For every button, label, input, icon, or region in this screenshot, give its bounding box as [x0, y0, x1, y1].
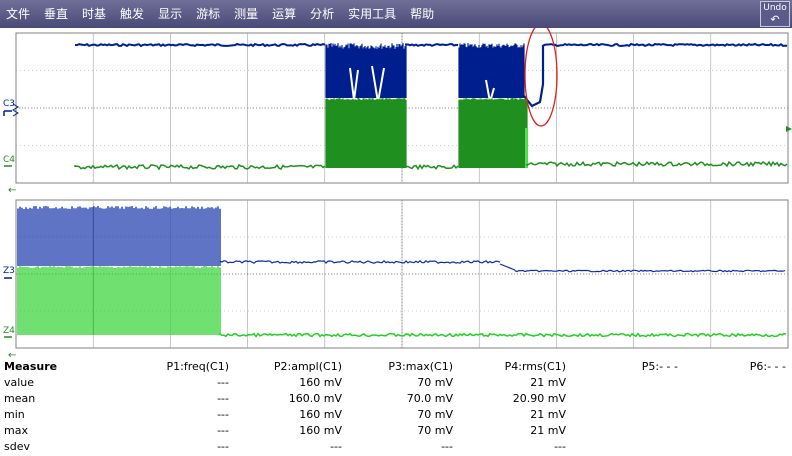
measure-cell: ---	[217, 376, 229, 389]
measure-table: Measure P1:freq(C1) P2:ampl(C1) P3:max(C…	[0, 358, 792, 456]
measure-cell: 160 mV	[299, 408, 342, 421]
scope-display[interactable]: C3 C4 Z3 Z4 ← ←	[0, 28, 792, 358]
menu-file[interactable]: 文件	[0, 0, 37, 28]
measure-row-value: value --- 160 mV 70 mV 21 mV	[0, 375, 792, 391]
measure-cell: 20.90 mV	[512, 392, 566, 405]
measure-cell: 160.0 mV	[288, 392, 342, 405]
measure-cell: ---	[554, 440, 566, 453]
undo-label: Undo	[763, 3, 787, 13]
param-p1[interactable]: P1:freq(C1)	[166, 359, 229, 375]
menu-bar: 文件 垂直 时基 触发 显示 游标 测量 运算 分析 实用工具 帮助 Undo …	[0, 0, 792, 28]
measure-cell: ---	[217, 392, 229, 405]
measure-cell: ---	[217, 408, 229, 421]
measure-header-row: Measure P1:freq(C1) P2:ampl(C1) P3:max(C…	[0, 359, 792, 375]
measure-row-sdev: sdev --- --- --- ---	[0, 439, 792, 455]
param-p6[interactable]: P6:- - -	[750, 359, 786, 375]
measure-cell: ---	[217, 424, 229, 437]
z4-label: Z4	[3, 326, 15, 336]
menu-timebase[interactable]: 时基	[75, 0, 113, 28]
c4-burst-1	[325, 98, 407, 168]
measure-row-label: max	[4, 424, 28, 437]
c3-burst-1	[325, 43, 407, 98]
measure-title: Measure	[4, 360, 58, 373]
param-p2[interactable]: P2:ampl(C1)	[274, 359, 342, 375]
menu-measure[interactable]: 测量	[227, 0, 265, 28]
measure-cell: ---	[217, 440, 229, 453]
measure-cell: 70 mV	[417, 376, 453, 389]
lower-left-arrow-icon: ←	[8, 350, 16, 358]
measure-row-label: value	[4, 376, 35, 389]
c3-ground-marker[interactable]	[3, 110, 12, 116]
z3-label: Z3	[3, 266, 15, 276]
menu-cursors[interactable]: 游标	[189, 0, 227, 28]
measure-row-min: min --- 160 mV 70 mV 21 mV	[0, 407, 792, 423]
measure-row-mean: mean --- 160.0 mV 70.0 mV 20.90 mV	[0, 391, 792, 407]
measure-cell: 70 mV	[417, 424, 453, 437]
menu-analysis[interactable]: 分析	[303, 0, 341, 28]
menu-trigger[interactable]: 触发	[113, 0, 151, 28]
c4-burst-2	[458, 98, 528, 168]
measure-row-max: max --- 160 mV 70 mV 21 mV	[0, 423, 792, 439]
c4-label: C4	[3, 155, 15, 165]
param-p5[interactable]: P5:- - -	[642, 359, 678, 375]
param-p4[interactable]: P4:rms(C1)	[505, 359, 566, 375]
menu-help[interactable]: 帮助	[403, 0, 441, 28]
undo-arrow-icon: ↶	[770, 13, 780, 26]
undo-button[interactable]: Undo ↶	[760, 1, 790, 27]
measure-cell: 160 mV	[299, 424, 342, 437]
right-level-marker-icon	[786, 126, 792, 132]
param-p3[interactable]: P3:max(C1)	[388, 359, 453, 375]
upper-left-arrow-icon: ←	[8, 185, 16, 196]
measure-cell: 70 mV	[417, 408, 453, 421]
measure-cell: 21 mV	[530, 408, 566, 421]
menu-vertical[interactable]: 垂直	[37, 0, 75, 28]
measure-cell: 21 mV	[530, 424, 566, 437]
measure-row-label: min	[4, 408, 25, 421]
scope-svg: C3 C4 Z3 Z4 ← ←	[3, 28, 792, 358]
menu-math[interactable]: 运算	[265, 0, 303, 28]
c3-burst-2	[458, 43, 525, 98]
measure-cell: 70.0 mV	[406, 392, 453, 405]
measure-row-label: mean	[4, 392, 36, 405]
measure-cell: 160 mV	[299, 376, 342, 389]
measure-cell: ---	[330, 440, 342, 453]
measure-row-label: sdev	[4, 440, 30, 453]
measure-cell: 21 mV	[530, 376, 566, 389]
measure-cell: ---	[441, 440, 453, 453]
menu-utilities[interactable]: 实用工具	[341, 0, 403, 28]
menu-display[interactable]: 显示	[151, 0, 189, 28]
